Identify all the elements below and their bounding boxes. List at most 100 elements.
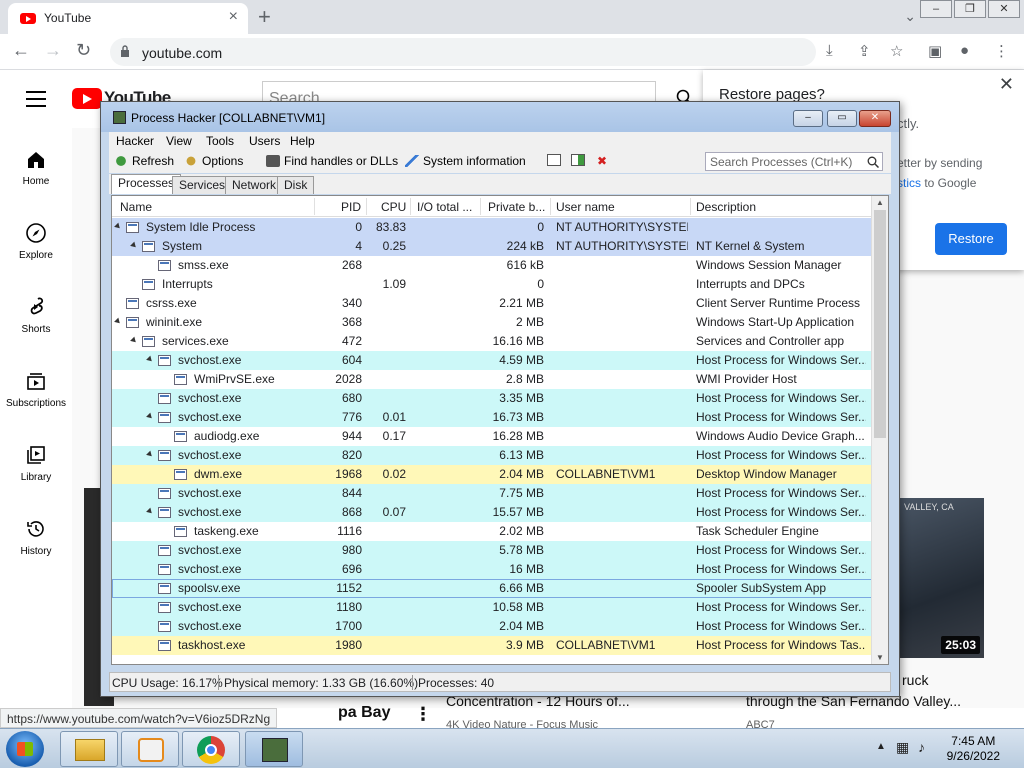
tab-processes[interactable]: Processes bbox=[111, 174, 182, 194]
process-row[interactable]: taskhost.exe 1980 3.9 MB COLLABNET\VM1 Host … bbox=[112, 636, 872, 655]
process-row[interactable]: services.exe 472 16.16 MB Services and Cont… bbox=[112, 332, 872, 351]
process-row[interactable]: svchost.exe 1700 2.04 MB Host Process for W… bbox=[112, 617, 872, 636]
youtube-logo-icon[interactable] bbox=[72, 88, 102, 109]
hamburger-menu-icon[interactable] bbox=[26, 91, 46, 112]
process-row[interactable]: svchost.exe 1180 10.58 MB Host Process for … bbox=[112, 598, 872, 617]
process-row[interactable]: spoolsv.exe 1152 6.66 MB Spooler SubSystem … bbox=[112, 579, 872, 598]
expand-arrow-icon[interactable] bbox=[146, 412, 154, 421]
process-row[interactable]: svchost.exe 680 3.35 MB Host Process for Wi… bbox=[112, 389, 872, 408]
forward-icon[interactable]: → bbox=[44, 40, 62, 61]
share-icon[interactable]: ⇪ bbox=[858, 42, 871, 60]
expand-arrow-icon[interactable] bbox=[130, 241, 138, 250]
process-list-scrollbar[interactable]: ▲ ▼ bbox=[871, 196, 888, 664]
maximize-icon[interactable]: ❐ bbox=[954, 0, 986, 18]
reload-icon[interactable]: ↻ bbox=[76, 40, 91, 61]
network-icon[interactable]: ▦ bbox=[896, 739, 909, 756]
volume-icon[interactable]: ♪ bbox=[918, 739, 925, 755]
expand-arrow-icon[interactable] bbox=[146, 450, 154, 459]
tab-search-chevron-icon[interactable]: ⌄ bbox=[904, 8, 916, 25]
search-icon[interactable] bbox=[867, 156, 879, 168]
process-row[interactable]: smss.exe 268 616 kB Windows Session Manager bbox=[112, 256, 872, 275]
bookmark-star-icon[interactable]: ☆ bbox=[890, 42, 903, 60]
profile-avatar-icon[interactable]: ● bbox=[960, 42, 969, 59]
menu-view[interactable]: View bbox=[166, 134, 192, 148]
tab-youtube[interactable]: YouTube × bbox=[8, 3, 248, 34]
process-row[interactable]: svchost.exe 604 4.59 MB Host Process for Wi… bbox=[112, 351, 872, 370]
restore-button[interactable]: Restore bbox=[935, 223, 1007, 255]
minimize-icon[interactable]: – bbox=[920, 0, 952, 18]
back-icon[interactable]: ← bbox=[12, 40, 30, 61]
expand-arrow-icon[interactable] bbox=[114, 222, 122, 231]
process-row[interactable]: dwm.exe 1968 0.02 2.04 MB COLLABNET\VM1 Deskt… bbox=[112, 465, 872, 484]
ph-maximize-icon[interactable]: ▭ bbox=[827, 110, 857, 127]
menu-users[interactable]: Users bbox=[249, 134, 280, 148]
process-row[interactable]: taskeng.exe 1116 2.02 MB Task Scheduler Eng… bbox=[112, 522, 872, 541]
process-hacker-titlebar[interactable]: Process Hacker [COLLABNET\VM1] – ▭ ✕ bbox=[101, 102, 899, 132]
search-processes-input[interactable]: Search Processes (Ctrl+K) bbox=[705, 152, 883, 171]
menu-tools[interactable]: Tools bbox=[206, 134, 234, 148]
tray-expand-icon[interactable]: ▲ bbox=[876, 741, 886, 752]
video-thumbnail-right[interactable]: VALLEY, CA 25:03 bbox=[898, 498, 984, 658]
sidebar-item-shorts[interactable]: Shorts bbox=[0, 296, 72, 335]
process-row[interactable]: svchost.exe 776 0.01 16.73 MB Host Process f… bbox=[112, 408, 872, 427]
scroll-up-icon[interactable]: ▲ bbox=[876, 198, 884, 207]
process-row[interactable]: System 4 0.25 224 kB NT AUTHORITY\SYSTEM NT K… bbox=[112, 237, 872, 256]
tab-services[interactable]: Services bbox=[172, 176, 233, 194]
expand-arrow-icon[interactable] bbox=[130, 336, 138, 345]
process-row[interactable]: System Idle Process 0 83.83 0 NT AUTHORITY\S… bbox=[112, 218, 872, 237]
video-title-right-1[interactable]: ruck bbox=[902, 672, 928, 688]
go-window-button[interactable] bbox=[571, 154, 589, 166]
process-row[interactable]: WmiPrvSE.exe 2028 2.8 MB WMI Provider Host bbox=[112, 370, 872, 389]
options-button[interactable]: Options bbox=[184, 154, 243, 168]
process-row[interactable]: svchost.exe 844 7.75 MB Host Process for Wi… bbox=[112, 484, 872, 503]
sidebar-item-history[interactable]: History bbox=[0, 518, 72, 557]
menu-hacker[interactable]: Hacker bbox=[116, 134, 154, 148]
sidebar-item-home[interactable]: Home bbox=[0, 150, 72, 187]
tab-close-icon[interactable]: × bbox=[229, 8, 238, 26]
system-information-button[interactable]: System information bbox=[405, 154, 526, 168]
side-panel-icon[interactable]: ▣ bbox=[928, 42, 942, 60]
process-row[interactable]: wininit.exe 368 2 MB Windows Start-Up Appli… bbox=[112, 313, 872, 332]
scrollbar-thumb[interactable] bbox=[874, 210, 886, 438]
sidebar-item-subscriptions[interactable]: Subscriptions bbox=[0, 370, 72, 409]
expand-arrow-icon[interactable] bbox=[146, 355, 154, 364]
process-row[interactable]: svchost.exe 868 0.07 15.57 MB Host Process f… bbox=[112, 503, 872, 522]
process-row[interactable]: Interrupts 1.09 0 Interrupts and DPCs bbox=[112, 275, 872, 294]
install-app-icon[interactable]: ⤓ bbox=[826, 42, 833, 59]
scroll-down-icon[interactable]: ▼ bbox=[876, 653, 884, 662]
sidebar-item-explore[interactable]: Explore bbox=[0, 222, 72, 261]
expand-arrow-icon[interactable] bbox=[114, 317, 122, 326]
menu-help[interactable]: Help bbox=[290, 134, 315, 148]
column-user-name[interactable]: User name bbox=[556, 200, 615, 214]
clock[interactable]: 7:45 AM 9/26/2022 bbox=[947, 734, 1000, 764]
taskbar-chrome[interactable] bbox=[182, 731, 240, 767]
column-io-total[interactable]: I/O total ... bbox=[417, 200, 472, 214]
ph-close-icon[interactable]: ✕ bbox=[859, 110, 891, 127]
video-title-left[interactable]: pa Bay bbox=[338, 704, 390, 722]
process-row[interactable]: svchost.exe 696 16 MB Host Process for Wind… bbox=[112, 560, 872, 579]
column-name[interactable]: Name bbox=[120, 200, 152, 214]
terminate-button[interactable]: ✖ bbox=[597, 154, 607, 168]
usage-statistics-link[interactable]: stics bbox=[897, 176, 921, 190]
expand-arrow-icon[interactable] bbox=[146, 507, 154, 516]
sidebar-item-library[interactable]: Library bbox=[0, 444, 72, 483]
address-bar[interactable]: youtube.com bbox=[110, 38, 816, 66]
tab-network[interactable]: Network bbox=[225, 176, 284, 194]
refresh-button[interactable]: Refresh bbox=[114, 154, 174, 168]
process-row[interactable]: svchost.exe 820 6.13 MB Host Process for Wi… bbox=[112, 446, 872, 465]
process-row[interactable]: svchost.exe 980 5.78 MB Host Process for Wi… bbox=[112, 541, 872, 560]
taskbar-media-player[interactable] bbox=[121, 731, 179, 767]
column-description[interactable]: Description bbox=[696, 200, 756, 214]
taskbar-explorer[interactable] bbox=[60, 731, 118, 767]
taskbar-process-hacker[interactable] bbox=[245, 731, 303, 767]
new-tab-icon[interactable]: + bbox=[258, 4, 271, 30]
process-row[interactable]: csrss.exe 340 2.21 MB Client Server Runtime… bbox=[112, 294, 872, 313]
ph-minimize-icon[interactable]: – bbox=[793, 110, 823, 127]
tab-disk[interactable]: Disk bbox=[277, 176, 315, 194]
window-icon-button[interactable] bbox=[547, 154, 565, 166]
column-pid[interactable]: PID bbox=[341, 200, 361, 214]
process-row[interactable]: audiodg.exe 944 0.17 16.28 MB Windows Audio … bbox=[112, 427, 872, 446]
video-more-icon[interactable]: ⋮ bbox=[414, 704, 432, 725]
chrome-menu-icon[interactable]: ⋮ bbox=[994, 42, 1009, 60]
column-private-bytes[interactable]: Private b... bbox=[488, 200, 545, 214]
